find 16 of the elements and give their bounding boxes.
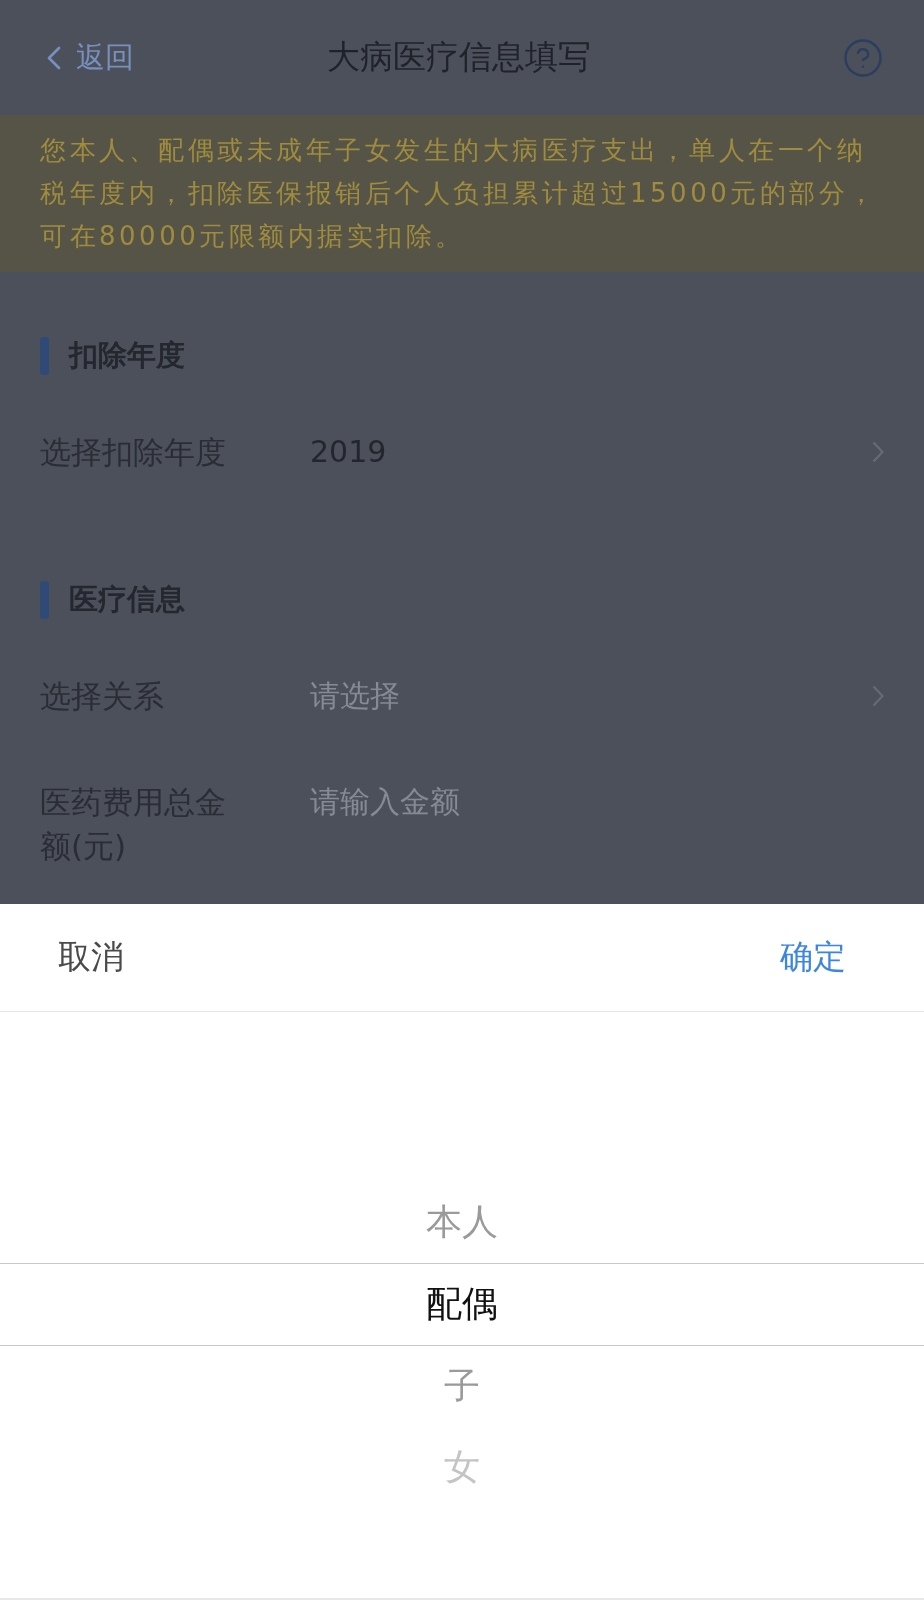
cancel-button[interactable]: 取消 [58,935,124,980]
section-marker [40,337,49,375]
confirm-button[interactable]: 确定 [780,935,846,980]
select-placeholder[interactable]: 请选择 [310,674,872,718]
picker-option[interactable]: 女 [444,1443,480,1492]
chevron-right-icon [872,685,884,707]
picker-option[interactable]: 配偶 [426,1280,498,1329]
picker-option[interactable]: 子 [444,1362,480,1411]
chevron-right-icon [872,441,884,463]
selected-option-band[interactable]: 配偶 [0,1263,924,1346]
amount-field[interactable]: 请输入金额 [310,780,884,824]
help-icon [842,36,884,79]
notice-text: 您本人、配偶或未成年子女发生的大病医疗支出，单人在一个纳税年度内，扣除医保报销后个人负担累计超过15000元的部分，可在80000元限额内据实扣除。 [0,115,924,272]
back-button[interactable]: 返回 [34,37,204,78]
section-marker [40,581,49,619]
picker-option[interactable]: 本人 [426,1198,498,1247]
